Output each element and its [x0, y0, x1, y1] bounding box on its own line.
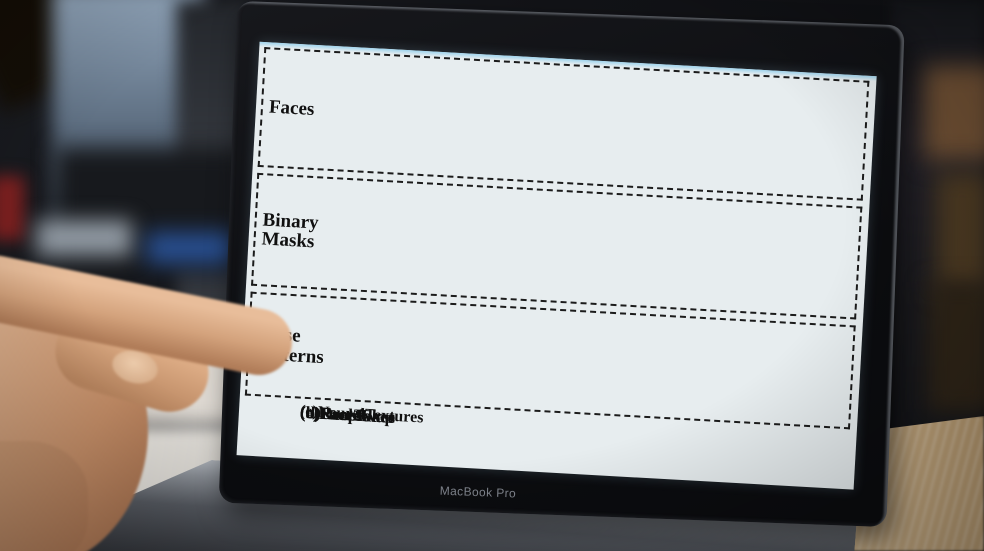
photo-scene: Faces Binary Masks + Noise Patterns (a)R…: [0, 0, 984, 551]
background-brown-blob: [928, 282, 984, 412]
faces-row-label: Faces: [268, 96, 315, 121]
macbook-pro-logo: MacBook Pro: [439, 483, 517, 501]
pointing-hand: [0, 205, 338, 551]
masks-cells: +: [317, 179, 860, 318]
faces-cells: [324, 53, 868, 199]
background-wood-shelf: [924, 66, 984, 160]
background-wood-shelf-2: [936, 172, 984, 292]
